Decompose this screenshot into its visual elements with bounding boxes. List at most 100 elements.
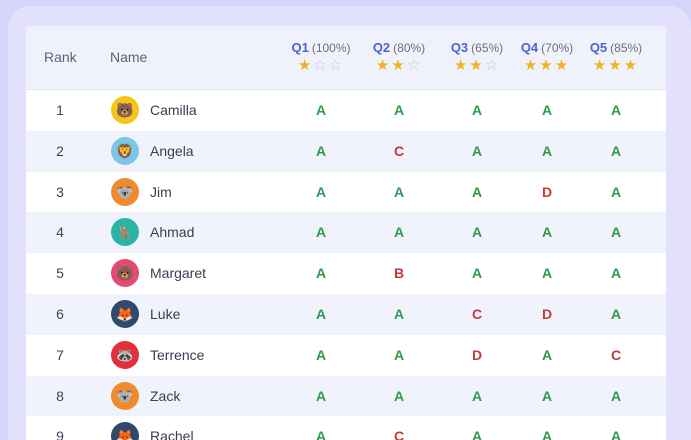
question-title: Q2 (80%) (359, 40, 439, 55)
difficulty-stars: ★★★ (576, 58, 656, 74)
avatar: 🦊 (111, 299, 139, 328)
table-row[interactable]: 9 🦊 Rachel A C A A A (26, 416, 666, 440)
question-percent: (80%) (393, 41, 426, 55)
table-row[interactable]: 4 🦌 Ahmad A A A A A (26, 212, 666, 254)
table-row[interactable]: 2 🦁 Angela A C A A A (26, 130, 666, 172)
grade-cell: A (471, 428, 483, 440)
table-row[interactable]: 3 🐨 Jim A A A D A (26, 172, 666, 213)
difficulty-stars: ★★★ (507, 58, 587, 74)
column-header-q1[interactable]: Q1 (100%) ★☆☆ (281, 40, 361, 74)
grade-cell: A (315, 265, 327, 282)
question-label: Q3 (450, 40, 469, 55)
grade-cell: A (315, 428, 327, 440)
grade-cell: A (393, 387, 405, 404)
grade-cell: A (541, 428, 553, 440)
grade-cell: C (610, 346, 622, 363)
grade-cell: A (610, 102, 622, 118)
star-empty-icon: ☆ (406, 57, 423, 74)
difficulty-stars: ★☆☆ (281, 58, 361, 74)
grade-cell: A (393, 346, 405, 363)
avatar: 🦊 (111, 422, 139, 440)
student-name: Zack (150, 387, 181, 404)
table-body: 1 🐻 Camilla A A A A A 2 🦁 Angela A C A A A 3 🐨 Jim A A A D A 4 🦌 A… (26, 90, 666, 440)
raccoon-icon: 🦝 (116, 346, 134, 363)
grade-cell: A (393, 183, 405, 200)
column-header-q3[interactable]: Q3 (65%) ★★☆ (437, 40, 517, 74)
grade-cell: B (393, 265, 405, 282)
avatar: 🐻 (111, 259, 139, 288)
grade-cell: A (471, 102, 483, 118)
grade-cell: A (541, 102, 553, 118)
grade-cell: A (471, 224, 483, 241)
rank-cell: 3 (56, 183, 64, 200)
grade-cell: A (315, 305, 327, 322)
question-percent: (85%) (610, 41, 643, 55)
grade-cell: A (471, 265, 483, 282)
column-header-q2[interactable]: Q2 (80%) ★★☆ (359, 40, 439, 74)
star-empty-icon: ☆ (313, 57, 329, 74)
koala-icon: 🐨 (116, 183, 134, 200)
avatar: 🐨 (111, 177, 139, 206)
student-name: Camilla (150, 102, 197, 118)
student-name: Luke (150, 305, 181, 322)
star-filled-icon: ★ (554, 57, 571, 74)
bear-icon: 🐻 (116, 265, 134, 282)
avatar: 🦁 (111, 136, 139, 165)
grade-cell: A (315, 224, 327, 241)
column-header-q4[interactable]: Q4 (70%) ★★★ (507, 40, 587, 74)
grade-cell: D (541, 183, 553, 200)
grade-cell: A (315, 142, 327, 159)
column-header-name[interactable]: Name (110, 26, 147, 90)
star-filled-icon: ★ (623, 57, 640, 74)
grade-cell: A (315, 183, 327, 200)
grade-cell: A (393, 224, 405, 241)
question-percent: (70%) (541, 41, 574, 55)
grade-cell: A (541, 346, 553, 363)
grade-cell: A (610, 265, 622, 282)
grade-cell: A (610, 224, 622, 241)
grade-cell: C (471, 305, 483, 322)
grade-cell: A (541, 224, 553, 241)
column-header-q5[interactable]: Q5 (85%) ★★★ (576, 40, 656, 74)
student-name: Ahmad (150, 224, 195, 241)
star-empty-icon: ☆ (328, 57, 345, 74)
star-filled-icon: ★ (391, 57, 407, 74)
question-title: Q5 (85%) (576, 40, 656, 55)
bear-icon: 🐻 (116, 102, 134, 118)
leaderboard-table: Rank Name Q1 (100%) ★☆☆ Q2 (80%) ★★☆ Q3 (65%) ★★… (26, 26, 666, 440)
grade-cell: A (610, 387, 622, 404)
rank-cell: 6 (56, 305, 64, 322)
star-filled-icon: ★ (539, 57, 555, 74)
table-row[interactable]: 7 🦝 Terrence A A D A C (26, 335, 666, 376)
question-percent: (100%) (311, 41, 351, 55)
grade-cell: A (610, 428, 622, 440)
rank-cell: 4 (56, 224, 64, 241)
grade-cell: A (610, 305, 622, 322)
rank-cell: 2 (56, 142, 64, 159)
grade-cell: A (471, 142, 483, 159)
grade-cell: A (541, 142, 553, 159)
grade-cell: A (471, 183, 483, 200)
table-row[interactable]: 6 🦊 Luke A A C D A (26, 293, 666, 335)
student-name: Margaret (150, 265, 207, 282)
table-row[interactable]: 5 🐻 Margaret A B A A A (26, 253, 666, 294)
avatar: 🐻 (111, 96, 139, 124)
rank-cell: 9 (56, 428, 64, 440)
grade-cell: A (393, 102, 405, 118)
fox-icon: 🦊 (116, 428, 134, 440)
star-filled-icon: ★ (592, 57, 609, 74)
star-filled-icon: ★ (297, 57, 314, 74)
grade-cell: A (610, 183, 622, 200)
column-header-rank[interactable]: Rank (44, 26, 77, 90)
rank-cell: 8 (56, 387, 64, 404)
grade-cell: D (541, 305, 553, 322)
student-name: Jim (150, 183, 172, 200)
lion-icon: 🦁 (116, 142, 134, 159)
table-row[interactable]: 1 🐻 Camilla A A A A A (26, 90, 666, 131)
table-row[interactable]: 8 🐨 Zack A A A A A (26, 375, 666, 417)
rank-cell: 5 (56, 265, 64, 282)
table-header: Rank Name Q1 (100%) ★☆☆ Q2 (80%) ★★☆ Q3 (65%) ★★… (26, 26, 666, 90)
grade-cell: A (610, 142, 622, 159)
grade-cell: A (315, 102, 327, 118)
grade-cell: D (471, 346, 483, 363)
